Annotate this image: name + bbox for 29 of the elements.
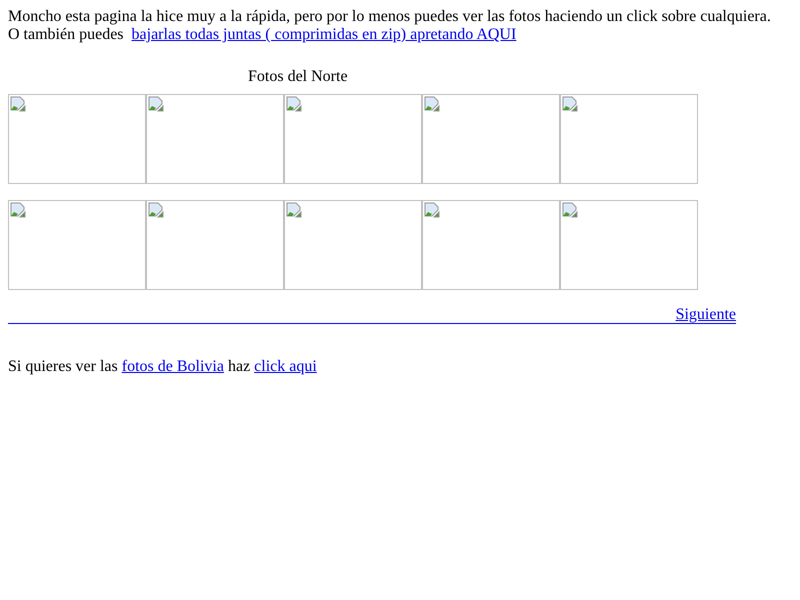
broken-image-icon bbox=[562, 96, 578, 112]
broken-image-icon bbox=[286, 96, 302, 112]
bolivia-link[interactable]: fotos de Bolivia bbox=[122, 358, 224, 375]
image-frame[interactable] bbox=[146, 94, 284, 184]
intro-text: O también puedes bbox=[8, 26, 124, 43]
image-frame[interactable] bbox=[422, 200, 560, 290]
download-link[interactable]: bajarlas todas juntas ( comprimidas en zip) apretando AQUI bbox=[132, 26, 516, 43]
gallery-title: Fotos del Norte bbox=[248, 68, 349, 86]
broken-image-icon bbox=[424, 202, 440, 218]
image-frame[interactable] bbox=[284, 200, 422, 290]
broken-image-icon bbox=[148, 96, 164, 112]
broken-image-icon bbox=[424, 96, 440, 112]
broken-image-icon bbox=[148, 202, 164, 218]
image-frame[interactable] bbox=[284, 94, 422, 184]
click-link[interactable]: click aqui bbox=[254, 358, 317, 375]
image-frame[interactable] bbox=[8, 94, 146, 184]
footer-text: haz bbox=[228, 358, 250, 375]
broken-image-icon bbox=[286, 202, 302, 218]
footer-text: Si quieres ver las bbox=[8, 358, 118, 375]
image-frame[interactable] bbox=[422, 94, 560, 184]
broken-image-icon bbox=[562, 202, 578, 218]
image-frame[interactable] bbox=[560, 200, 698, 290]
image-frame[interactable] bbox=[8, 200, 146, 290]
broken-image-icon bbox=[10, 96, 26, 112]
image-frame[interactable] bbox=[146, 200, 284, 290]
image-frame[interactable] bbox=[560, 94, 698, 184]
next-link[interactable]: Siguiente bbox=[8, 307, 736, 324]
intro-text: Moncho esta pagina la hice muy a la rápida, pero por lo menos puedes ver las fotos haciendo un click sobre cualquiera. bbox=[8, 8, 772, 26]
broken-image-icon bbox=[10, 202, 26, 218]
